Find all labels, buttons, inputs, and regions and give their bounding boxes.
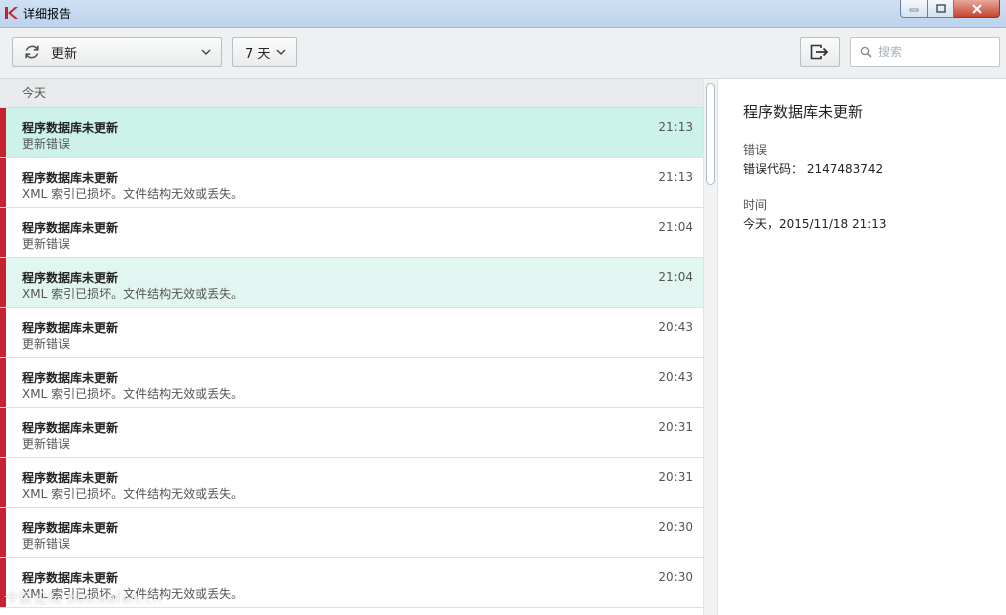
event-title: 程序数据库未更新: [22, 521, 119, 535]
refresh-icon: [25, 45, 39, 59]
severity-marker: [0, 408, 6, 457]
event-list-item[interactable]: 程序数据库未更新 更新错误 20:30: [0, 508, 703, 558]
severity-marker: [0, 108, 6, 157]
event-title: 程序数据库未更新: [22, 421, 119, 435]
event-title: 程序数据库未更新: [22, 171, 119, 185]
event-time: 21:13: [658, 170, 693, 184]
event-description: 更新错误: [22, 537, 71, 551]
report-type-label: 更新: [51, 46, 78, 62]
detail-status-label: 错误: [743, 143, 768, 157]
period-label: 7 天: [245, 46, 271, 62]
event-title: 程序数据库未更新: [22, 371, 119, 385]
event-list-item[interactable]: 程序数据库未更新 更新错误 21:13: [0, 108, 703, 158]
event-list: 今天 程序数据库未更新 更新错误 21:13 程序数据库未更新 XML 索引已损坏。文件…: [0, 79, 703, 615]
event-time: 20:43: [658, 320, 693, 334]
event-description: 更新错误: [22, 237, 71, 251]
event-time: 20:43: [658, 370, 693, 384]
event-list-item[interactable]: 程序数据库未更新 XML 索引已损坏。文件结构无效或丢失。 20:43: [0, 358, 703, 408]
detail-title: 程序数据库未更新: [743, 103, 864, 121]
minimize-icon: [909, 8, 919, 11]
event-list-item[interactable]: 程序数据库未更新 更新错误 20:31: [0, 408, 703, 458]
event-list-item[interactable]: 程序数据库未更新 更新错误 21:04: [0, 208, 703, 258]
minimize-button[interactable]: [900, 0, 928, 18]
maximize-icon: [935, 4, 946, 13]
watermark-text: 卡饭论坛 bbs.kafan.cn: [4, 591, 163, 607]
event-time: 20:31: [658, 470, 693, 484]
chevron-down-icon: [276, 49, 286, 55]
event-description: 更新错误: [22, 137, 71, 151]
event-list-item[interactable]: 程序数据库未更新 XML 索引已损坏。文件结构无效或丢失。 21:13: [0, 158, 703, 208]
search-input[interactable]: [876, 44, 990, 60]
event-title: 程序数据库未更新: [22, 471, 119, 485]
event-description: 更新错误: [22, 337, 71, 351]
period-dropdown[interactable]: 7 天: [232, 37, 297, 67]
close-button[interactable]: [954, 0, 1000, 18]
list-scrollbar[interactable]: [703, 79, 718, 615]
severity-marker: [0, 258, 6, 307]
event-time: 20:31: [658, 420, 693, 434]
event-title: 程序数据库未更新: [22, 221, 119, 235]
kaspersky-k-logo-icon: [5, 7, 18, 19]
export-button[interactable]: [800, 37, 840, 67]
event-time: 21:04: [658, 220, 693, 234]
severity-marker: [0, 358, 6, 407]
event-time: 20:30: [658, 520, 693, 534]
event-list-item[interactable]: 程序数据库未更新 更新错误 20:43: [0, 308, 703, 358]
window-controls: [900, 0, 1000, 18]
event-time: 21:13: [658, 120, 693, 134]
event-description: XML 索引已损坏。文件结构无效或丢失。: [22, 487, 244, 501]
toolbar: 更新 7 天: [0, 28, 1006, 79]
detail-error-code: 错误代码： 2147483742: [743, 162, 884, 176]
window-title: 详细报告: [23, 7, 72, 21]
group-header-today: 今天: [0, 79, 703, 108]
severity-marker: [0, 208, 6, 257]
event-description: XML 索引已损坏。文件结构无效或丢失。: [22, 187, 244, 201]
event-list-item[interactable]: 程序数据库未更新 XML 索引已损坏。文件结构无效或丢失。 20:31: [0, 458, 703, 508]
event-description: 更新错误: [22, 437, 71, 451]
event-title: 程序数据库未更新: [22, 271, 119, 285]
export-icon: [810, 44, 829, 60]
close-icon: [971, 3, 982, 14]
severity-marker: [0, 508, 6, 557]
report-type-dropdown[interactable]: 更新: [12, 37, 222, 67]
maximize-button[interactable]: [928, 0, 954, 18]
event-time: 21:04: [658, 270, 693, 284]
chevron-down-icon: [201, 49, 211, 55]
event-list-item[interactable]: 程序数据库未更新 XML 索引已损坏。文件结构无效或丢失。 21:04: [0, 258, 703, 308]
event-title: 程序数据库未更新: [22, 321, 119, 335]
event-title: 程序数据库未更新: [22, 121, 119, 135]
search-icon: [860, 46, 872, 58]
search-box[interactable]: [850, 37, 1000, 67]
event-title: 程序数据库未更新: [22, 571, 119, 585]
event-description: XML 索引已损坏。文件结构无效或丢失。: [22, 387, 244, 401]
detail-panel: 程序数据库未更新 错误 错误代码： 2147483742 时间 今天，2015/…: [718, 79, 1006, 615]
scrollbar-thumb[interactable]: [706, 83, 715, 185]
severity-marker: [0, 458, 6, 507]
detail-time-value: 今天，2015/11/18 21:13: [743, 217, 887, 231]
event-description: XML 索引已损坏。文件结构无效或丢失。: [22, 287, 244, 301]
severity-marker: [0, 158, 6, 207]
detail-time-label: 时间: [743, 198, 768, 212]
event-time: 20:30: [658, 570, 693, 584]
window-titlebar: 详细报告: [0, 0, 1006, 28]
severity-marker: [0, 308, 6, 357]
